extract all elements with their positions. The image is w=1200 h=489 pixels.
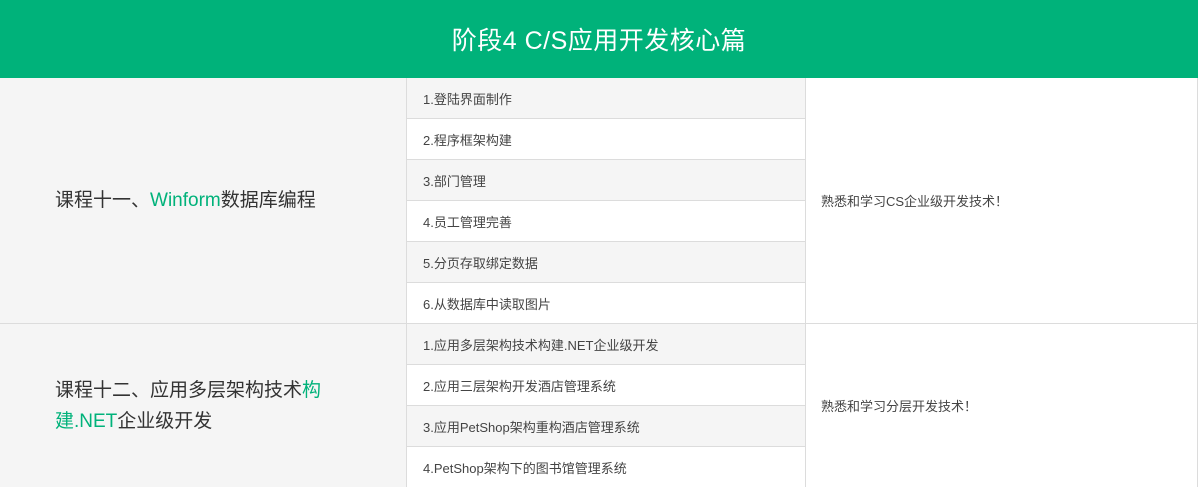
lesson-item: 4.PetShop架构下的图书馆管理系统 <box>407 447 805 487</box>
course-name-prefix: 课程十一、 <box>55 190 151 211</box>
course-name-highlight: Winform <box>150 190 221 211</box>
course-goal: 熟悉和学习CS企业级开发技术！ <box>806 78 1198 323</box>
stage-title: 阶段4 C/S应用开发核心篇 <box>451 27 747 55</box>
course-row: 课程十一、Winform数据库编程 1.登陆界面制作 2.程序框架构建 3.部门… <box>0 78 1198 324</box>
lesson-item: 5.分页存取绑定数据 <box>407 242 805 283</box>
lesson-item: 6.从数据库中读取图片 <box>407 283 805 323</box>
course-name: 课程十一、Winform数据库编程 <box>0 78 407 323</box>
course-name-suffix: 企业级开发 <box>117 410 213 432</box>
course-name-suffix: 数据库编程 <box>220 190 316 211</box>
course-name-prefix: 课程十二、应用多层架构技术 <box>55 379 303 401</box>
stage-header: 阶段4 C/S应用开发核心篇 <box>0 0 1198 78</box>
lesson-list: 1.登陆界面制作 2.程序框架构建 3.部门管理 4.员工管理完善 5.分页存取… <box>407 78 806 323</box>
lesson-item: 2.应用三层架构开发酒店管理系统 <box>407 365 805 406</box>
course-row: 课程十二、应用多层架构技术构建.NET企业级开发 1.应用多层架构技术构建.NE… <box>0 324 1198 487</box>
lesson-item: 4.员工管理完善 <box>407 201 805 242</box>
lesson-item: 1.登陆界面制作 <box>407 78 805 119</box>
course-name: 课程十二、应用多层架构技术构建.NET企业级开发 <box>0 324 407 487</box>
lesson-item: 3.应用PetShop架构重构酒店管理系统 <box>407 406 805 447</box>
lesson-item: 3.部门管理 <box>407 160 805 201</box>
lesson-item: 2.程序框架构建 <box>407 119 805 160</box>
course-goal: 熟悉和学习分层开发技术！ <box>806 324 1198 487</box>
lesson-item: 1.应用多层架构技术构建.NET企业级开发 <box>407 324 805 365</box>
lesson-list: 1.应用多层架构技术构建.NET企业级开发 2.应用三层架构开发酒店管理系统 3… <box>407 324 806 487</box>
course-table: 课程十一、Winform数据库编程 1.登陆界面制作 2.程序框架构建 3.部门… <box>0 78 1198 487</box>
